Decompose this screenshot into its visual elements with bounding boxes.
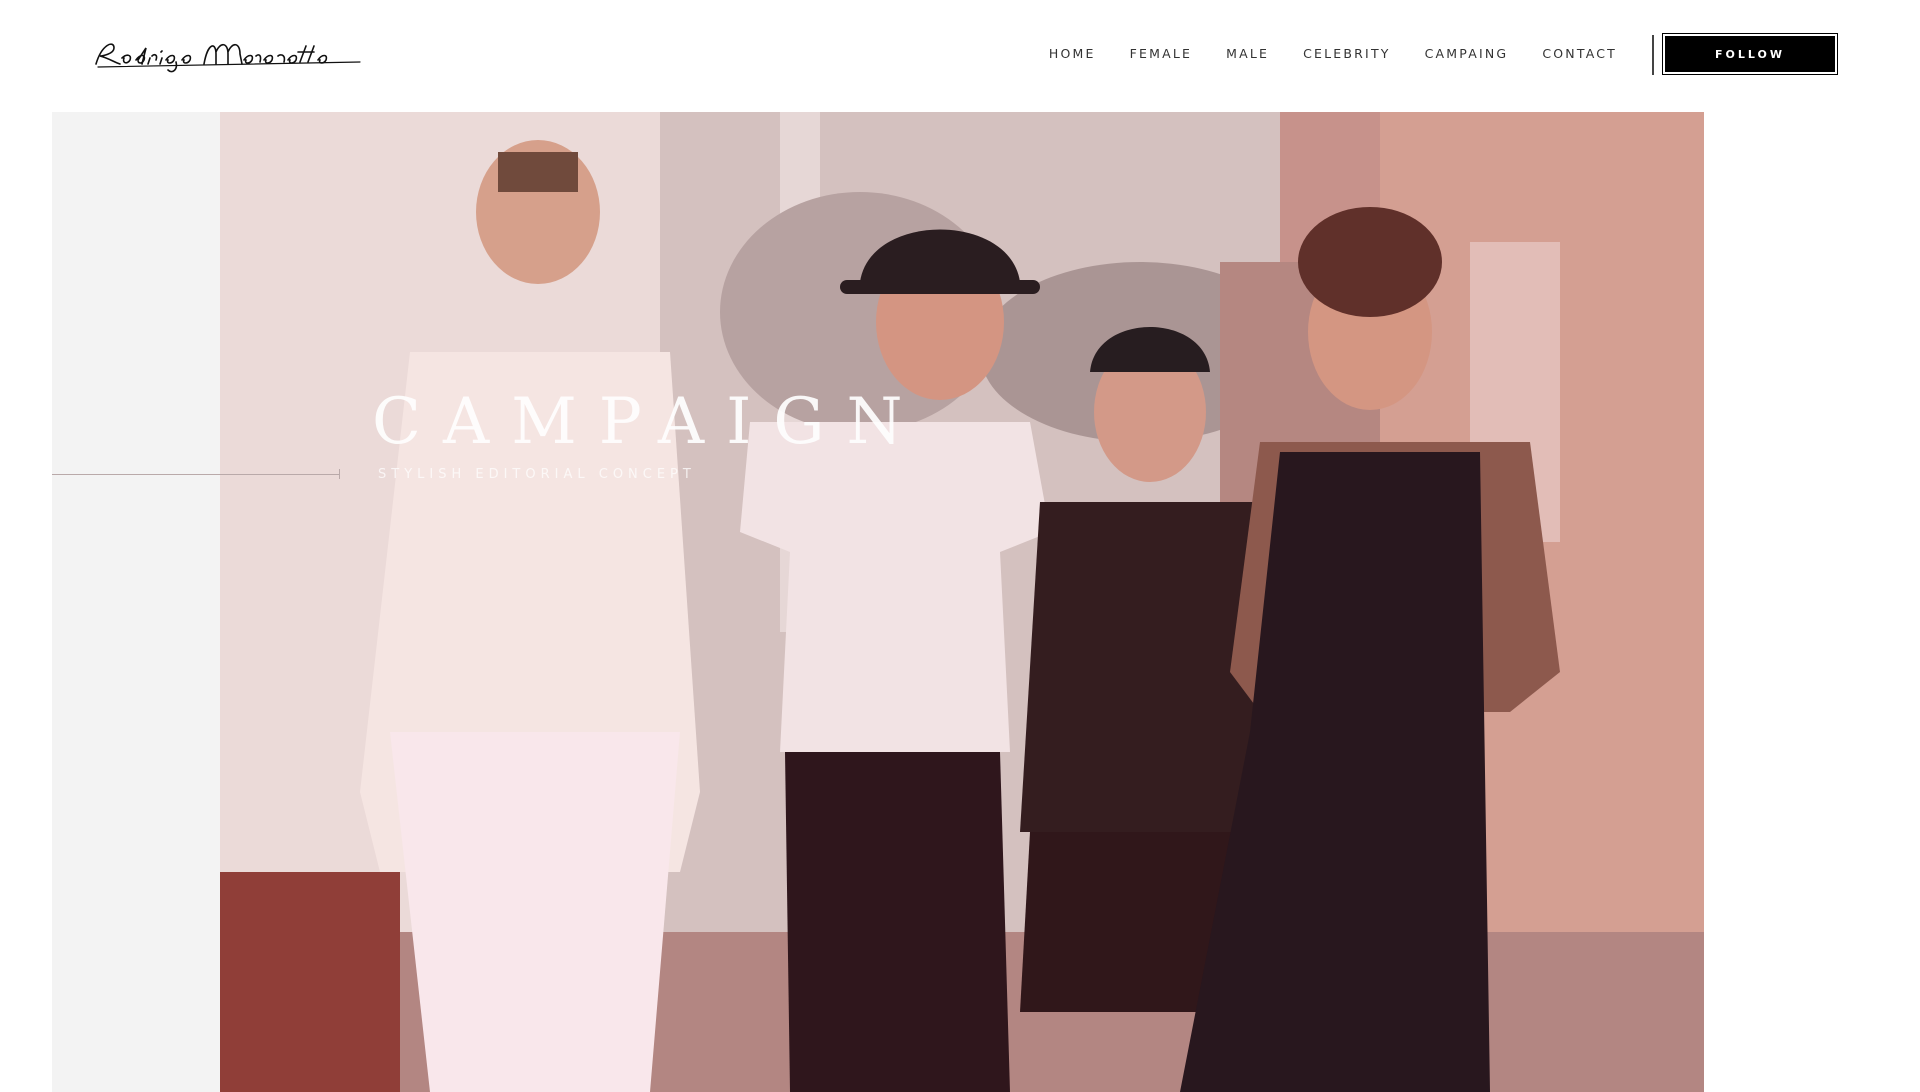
nav-male[interactable]: MALE xyxy=(1226,46,1269,61)
hero-title: CAMPAIGN xyxy=(372,385,925,459)
nav-home[interactable]: HOME xyxy=(1049,46,1096,61)
signature-logo-icon xyxy=(95,43,361,73)
hero-rule-tick xyxy=(339,469,340,479)
nav-female[interactable]: FEMALE xyxy=(1130,46,1193,61)
main-nav: HOME FEMALE MALE CELEBRITY CAMPAING CONT… xyxy=(1015,46,1617,61)
hero-image xyxy=(220,112,1704,1092)
follow-button[interactable]: FOLLOW xyxy=(1662,33,1838,75)
site-header: HOME FEMALE MALE CELEBRITY CAMPAING CONT… xyxy=(0,0,1920,112)
nav-celebrity[interactable]: CELEBRITY xyxy=(1303,46,1391,61)
nav-divider xyxy=(1652,35,1654,75)
brand-logo[interactable] xyxy=(92,34,366,74)
nav-campaing[interactable]: CAMPAING xyxy=(1425,46,1509,61)
hero-rule xyxy=(52,474,340,475)
nav-contact[interactable]: CONTACT xyxy=(1542,46,1617,61)
side-panel xyxy=(52,112,222,1092)
photo-image-icon xyxy=(220,112,1704,1092)
hero-subtitle: STYLISH EDITORIAL CONCEPT xyxy=(378,467,696,482)
